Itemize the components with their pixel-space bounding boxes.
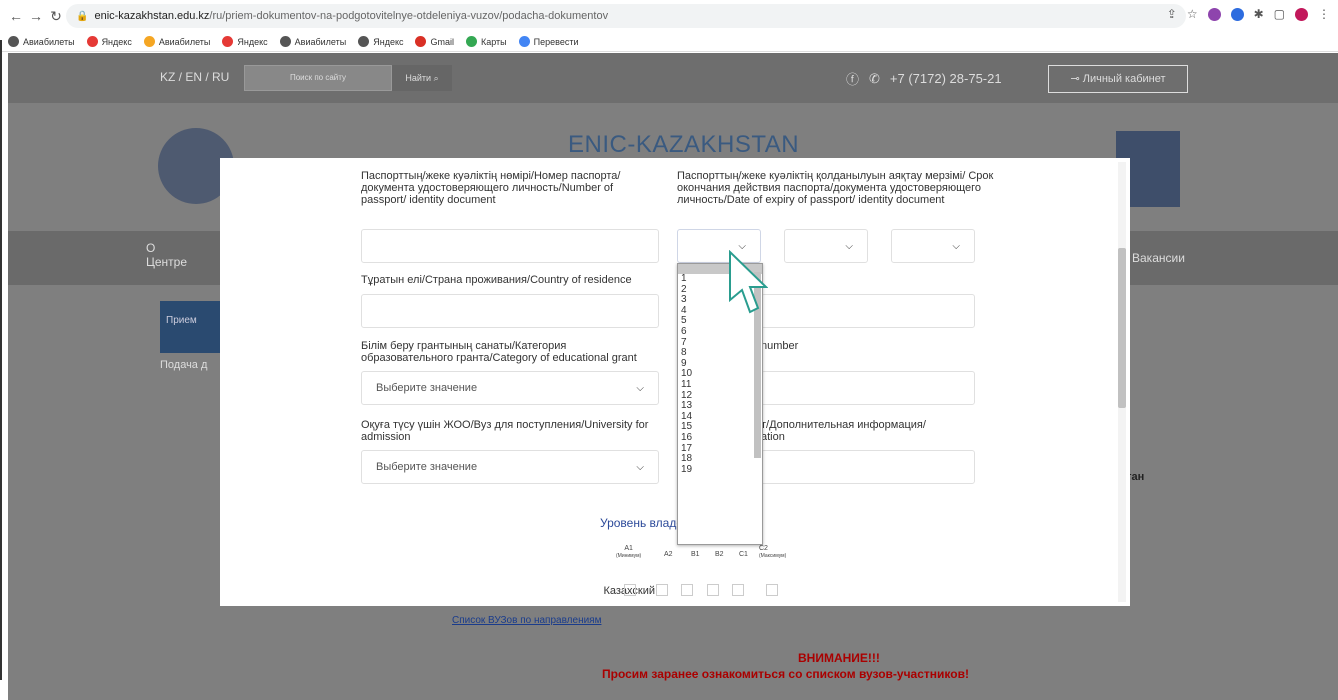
lock-icon: 🔒 <box>76 10 89 22</box>
application-modal: Паспорттың/жеке куәліктің нөмірі/Номер п… <box>220 158 1130 606</box>
extension-icon[interactable] <box>1207 7 1221 21</box>
reload-icon[interactable]: ↻ <box>46 8 66 25</box>
level-a1: A1 (Минимум) <box>616 545 642 559</box>
personal-cabinet-button[interactable]: ⊸ Личный кабинет <box>1048 65 1188 93</box>
globe-icon <box>358 36 370 47</box>
country-label: Тұратын елі/Страна проживания/Country of… <box>361 274 632 286</box>
profile-avatar[interactable] <box>1295 7 1308 21</box>
modal-scrollbar-thumb[interactable] <box>1118 248 1126 408</box>
tab-priem[interactable]: Прием <box>160 301 220 353</box>
search-input[interactable]: Поиск по сайту <box>244 65 392 91</box>
globe-icon <box>279 36 291 47</box>
contact-info: ⓕ ✆ +7 (7172) 28-75-21 <box>846 69 1002 88</box>
level-a2: A2 <box>664 551 673 558</box>
bookmark[interactable]: Яндекс <box>86 36 132 47</box>
nav-vacancies[interactable]: Вакансии <box>1132 251 1185 265</box>
sidebar-icon[interactable]: ▢ <box>1274 7 1285 21</box>
phone-label: number <box>761 340 799 352</box>
expiry-month-select[interactable]: ⌵ <box>784 229 868 263</box>
extra-info-field[interactable] <box>761 450 975 484</box>
expiry-year-select[interactable]: ⌵ <box>891 229 975 263</box>
university-label: Оқуға түсу үшін ЖОО/Вуз для поступления/… <box>361 419 649 443</box>
warning-title: ВНИМАНИЕ!!! <box>798 651 880 665</box>
phone-field[interactable] <box>761 371 975 405</box>
passport-number-label: Паспорттың/жеке куәліктің нөмірі/Номер п… <box>361 170 621 206</box>
search-icon: ⌕ <box>433 73 439 83</box>
plane-icon <box>143 36 155 47</box>
phone-number: +7 (7172) 28-75-21 <box>889 71 1002 86</box>
level-b1: B1 <box>691 551 700 558</box>
level-checkbox[interactable] <box>766 584 778 596</box>
chevron-down-icon: ⌵ <box>636 382 644 394</box>
bookmark[interactable]: Карты <box>466 36 507 47</box>
chevron-down-icon: ⌵ <box>952 240 960 252</box>
forward-icon[interactable]: → <box>26 8 46 24</box>
bookmarks-bar: Авиабилеты Яндекс Авиабилеты Яндекс Авиа… <box>0 32 1338 52</box>
maps-icon <box>466 36 477 47</box>
key-icon: ⊸ <box>1070 73 1080 85</box>
level-checkbox[interactable] <box>732 584 744 596</box>
bookmark[interactable]: Перевести <box>518 36 578 47</box>
level-checkbox[interactable] <box>707 584 719 596</box>
nav-about[interactable]: О Центре <box>146 241 187 269</box>
search-button[interactable]: Найти ⌕ <box>392 65 452 91</box>
dropdown-option[interactable]: 8 <box>678 348 762 359</box>
bookmark[interactable]: Яндекс <box>222 36 268 47</box>
globe-icon <box>8 36 19 47</box>
back-icon[interactable]: ← <box>6 8 26 24</box>
expiry-date-label: Паспорттың/жеке куәліктің қолданылуын ая… <box>677 170 994 206</box>
extension-icon[interactable] <box>1230 7 1244 21</box>
yandex-icon <box>86 36 98 47</box>
level-b2: B2 <box>715 551 724 558</box>
star-icon[interactable]: ☆ <box>1187 7 1198 21</box>
level-checkbox[interactable] <box>624 584 636 596</box>
puzzle-icon[interactable]: ✱ <box>1254 7 1264 21</box>
grant-category-select[interactable]: Выберите значение ⌵ <box>361 371 659 405</box>
yandex-icon <box>222 36 234 47</box>
dropdown-option[interactable]: 7 <box>678 337 762 349</box>
site-title: ENIC-KAZAKHSTAN <box>568 131 800 158</box>
vuz-list-link[interactable]: Список ВУЗов по направлениям <box>452 615 601 626</box>
bookmark[interactable]: Авиабилеты <box>279 36 346 47</box>
level-c2: C2 (Максимум) <box>759 545 787 559</box>
url-path: /ru/priem-dokumentov-na-podgotovitelnye-… <box>209 10 609 22</box>
dropdown-option[interactable]: 19 <box>678 464 762 476</box>
chevron-down-icon: ⌵ <box>636 461 644 473</box>
dropdown-option[interactable]: 16 <box>678 432 762 444</box>
residence-extra-field[interactable] <box>761 294 975 328</box>
bookmark[interactable]: Авиабилеты <box>8 36 75 47</box>
chevron-down-icon: ⌵ <box>845 240 853 252</box>
language-level-title: Уровень владе <box>600 516 684 530</box>
url-host: enic-kazakhstan.edu.kz <box>94 10 210 22</box>
menu-icon[interactable]: ⋮ <box>1318 7 1330 21</box>
gmail-icon <box>415 36 427 47</box>
language-switcher[interactable]: KZ / EN / RU <box>160 70 229 84</box>
warning-text: Просим заранее ознакомиться со списком в… <box>602 667 969 681</box>
level-checkbox[interactable] <box>656 584 668 596</box>
dropdown-option[interactable]: 11 <box>678 379 762 391</box>
share-icon[interactable]: ⇪ <box>1167 7 1177 21</box>
divider <box>0 40 2 680</box>
level-c1: C1 <box>739 551 748 558</box>
dropdown-option[interactable]: 6 <box>678 326 762 338</box>
mouse-cursor-icon <box>729 250 768 314</box>
passport-number-field[interactable] <box>361 229 659 263</box>
bookmark[interactable]: Яндекс <box>358 36 403 47</box>
extra-info-label: т/Дополнительная информация/ation <box>761 419 926 443</box>
facebook-icon[interactable]: ⓕ <box>846 69 859 88</box>
bookmark[interactable]: Авиабилеты <box>143 36 210 47</box>
phone-icon: ✆ <box>869 70 880 86</box>
grant-category-label: Білім беру грантының санаты/Категория об… <box>361 340 637 364</box>
browser-actions: ⇪ ☆ ✱ ▢ ⋮ <box>1167 7 1330 21</box>
country-field[interactable] <box>361 294 659 328</box>
address-bar[interactable]: 🔒 enic-kazakhstan.edu.kz /ru/priem-dokum… <box>66 4 1186 28</box>
level-checkbox[interactable] <box>681 584 693 596</box>
bookmark[interactable]: Gmail <box>415 36 454 47</box>
university-select[interactable]: Выберите значение ⌵ <box>361 450 659 484</box>
language-row-label: Казахский <box>603 585 655 597</box>
translate-icon <box>518 36 530 47</box>
sidebar-item-podacha[interactable]: Подача д <box>160 359 207 371</box>
